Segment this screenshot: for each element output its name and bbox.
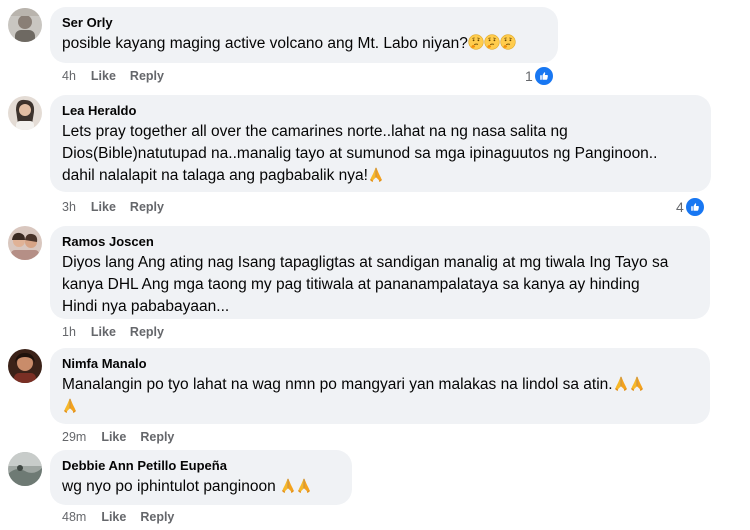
comment-time[interactable]: 29m [62, 429, 86, 445]
comment-actions: 48m Like Reply [62, 509, 174, 525]
comment-text: posible kayang maging active volcano ang… [62, 33, 546, 55]
like-reaction-icon [533, 66, 554, 86]
folded-hands-emoji [613, 376, 629, 393]
comment-text-line: Lets pray together all over the camarine… [62, 123, 568, 140]
avatar[interactable] [8, 349, 42, 383]
comment-bubble: Lea Heraldo Lets pray together all over … [50, 95, 711, 192]
comment-time[interactable]: 3h [62, 199, 76, 215]
comment-text: Manalangin po tyo lahat na wag nmn po ma… [62, 374, 698, 418]
like-button[interactable]: Like [101, 509, 126, 525]
reaction-summary[interactable]: 1 [525, 66, 554, 86]
comment-text-body: wg nyo po iphintulot panginoon [62, 478, 276, 495]
comment-author[interactable]: Lea Heraldo [62, 103, 699, 119]
thinking-face-emoji [468, 35, 484, 52]
comment-text-line: Hindi nya pababayaan... [62, 298, 230, 315]
like-button[interactable]: Like [91, 199, 116, 215]
folded-hands-emoji [280, 478, 296, 495]
comment-bubble: Ramos Joscen Diyos lang Ang ating nag Is… [50, 226, 710, 319]
reaction-summary[interactable]: 4 [676, 197, 705, 217]
thinking-face-emoji [500, 35, 516, 52]
reply-button[interactable]: Reply [130, 324, 164, 340]
like-button[interactable]: Like [101, 429, 126, 445]
folded-hands-emoji [62, 398, 78, 415]
avatar[interactable] [8, 452, 42, 486]
comment-actions: 4h Like Reply [62, 68, 164, 84]
comment-actions: 1h Like Reply [62, 324, 164, 340]
comment-actions: 3h Like Reply [62, 199, 164, 215]
comment-text-line-wrap: dahil nalalapit na talaga ang pagbabalik… [62, 165, 699, 187]
avatar[interactable] [8, 8, 42, 42]
comment-author[interactable]: Nimfa Manalo [62, 356, 698, 372]
comment-bubble: Ser Orly posible kayang maging active vo… [50, 7, 558, 63]
avatar[interactable] [8, 96, 42, 130]
comment-bubble: Debbie Ann Petillo Eupeña wg nyo po iphi… [50, 450, 352, 505]
reply-button[interactable]: Reply [140, 429, 174, 445]
comment-time[interactable]: 1h [62, 324, 76, 340]
comment-author[interactable]: Debbie Ann Petillo Eupeña [62, 458, 340, 474]
folded-hands-emoji [368, 167, 384, 184]
thinking-face-emoji [484, 35, 500, 52]
comment-text-line: Dios(Bible)natutupad na..manalig tayo at… [62, 145, 658, 162]
reply-button[interactable]: Reply [130, 68, 164, 84]
like-reaction-icon [684, 197, 705, 217]
comment-actions: 29m Like Reply [62, 429, 174, 445]
folded-hands-emoji [629, 376, 645, 393]
reply-button[interactable]: Reply [140, 509, 174, 525]
avatar[interactable] [8, 226, 42, 260]
folded-hands-emoji [296, 478, 312, 495]
comment-text: wg nyo po iphintulot panginoon [62, 476, 340, 498]
comment-text-body: posible kayang maging active volcano ang… [62, 35, 468, 52]
like-button[interactable]: Like [91, 68, 116, 84]
comment-time[interactable]: 4h [62, 68, 76, 84]
reaction-count: 4 [676, 199, 684, 215]
comment-text-line: kanya DHL Ang mga taong my pag titiwala … [62, 276, 640, 293]
reaction-count: 1 [525, 68, 533, 84]
comment-text: Lets pray together all over the camarine… [62, 121, 699, 187]
comment-author[interactable]: Ramos Joscen [62, 234, 698, 250]
comment-author[interactable]: Ser Orly [62, 15, 546, 31]
comment-text-line: Diyos lang Ang ating nag Isang tapagligt… [62, 254, 669, 271]
comment-text-body: Manalangin po tyo lahat na wag nmn po ma… [62, 376, 613, 393]
like-button[interactable]: Like [91, 324, 116, 340]
comment-bubble: Nimfa Manalo Manalangin po tyo lahat na … [50, 348, 710, 424]
comment-text: Diyos lang Ang ating nag Isang tapagligt… [62, 252, 698, 318]
comment-time[interactable]: 48m [62, 509, 86, 525]
reply-button[interactable]: Reply [130, 199, 164, 215]
comment-text-line: dahil nalalapit na talaga ang pagbabalik… [62, 167, 368, 184]
